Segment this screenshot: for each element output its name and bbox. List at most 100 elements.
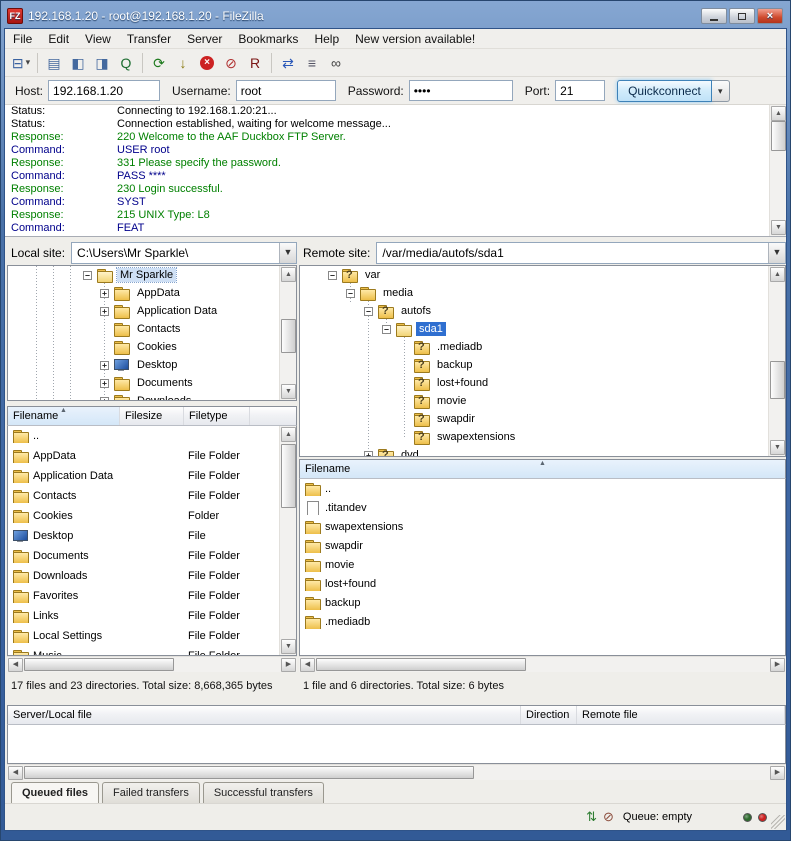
disconnect-button[interactable]: ⊘ [219,52,243,74]
compare-button[interactable]: ≡ [300,52,324,74]
chevron-down-icon[interactable]: ▼ [279,243,296,263]
file-row-item[interactable]: .. [8,426,296,446]
local-site-combo[interactable]: C:\Users\Mr Sparkle\ ▼ [71,242,297,264]
expand-icon[interactable]: + [100,397,109,402]
column-header-direction[interactable]: Direction [521,706,577,724]
tree-item-autofs[interactable]: −?autofs [300,302,785,320]
find-button[interactable]: ∞ [324,52,348,74]
toggle-remote-tree-button[interactable]: ◨ [90,52,114,74]
scroll-up-icon[interactable]: ▲ [281,427,296,442]
tree-item-mr-sparkle[interactable]: −Mr Sparkle [8,266,296,284]
scroll-up-icon[interactable]: ▲ [281,267,296,282]
column-header-filename[interactable]: ▲ Filename [8,407,120,425]
tree-item-downloads[interactable]: +Downloads [8,392,296,401]
tree-item-mediadb[interactable]: −?.mediadb [300,338,785,356]
toggle-local-tree-button[interactable]: ◧ [66,52,90,74]
tree-item-var[interactable]: −?var [300,266,785,284]
tree-item-backup[interactable]: −?backup [300,356,785,374]
scrollbar-thumb[interactable] [24,766,474,779]
site-manager-button[interactable]: ⊟▾ [9,52,33,74]
column-header-filename[interactable]: ▲ Filename [300,460,785,478]
scrollbar-thumb[interactable] [24,658,174,671]
reconnect-button[interactable]: R [243,52,267,74]
tree-item-contacts[interactable]: −Contacts [8,320,296,338]
local-tree-scrollbar[interactable]: ▲ ▼ [279,266,296,400]
expand-icon[interactable]: + [100,289,109,298]
file-row-documents[interactable]: DocumentsFile Folder [8,546,296,566]
column-header-server-local-file[interactable]: Server/Local file [8,706,521,724]
scroll-right-icon[interactable]: ▶ [770,658,785,672]
scroll-left-icon[interactable]: ◀ [8,766,23,780]
collapse-icon[interactable]: − [328,271,337,280]
scroll-down-icon[interactable]: ▼ [771,220,786,235]
quickconnect-button[interactable]: Quickconnect [617,80,712,102]
file-row-swapextensions[interactable]: swapextensions [300,517,785,536]
collapse-icon[interactable]: − [83,271,92,280]
file-row-titandev[interactable]: .titandev [300,498,785,517]
file-row-local-settings[interactable]: Local SettingsFile Folder [8,626,296,646]
tree-item-appdata[interactable]: +AppData [8,284,296,302]
tree-item-application-data[interactable]: +Application Data [8,302,296,320]
file-row-application-data[interactable]: Application DataFile Folder [8,466,296,486]
file-row-lost-found[interactable]: lost+found [300,574,785,593]
file-row-cookies[interactable]: CookiesFolder [8,506,296,526]
collapse-icon[interactable]: − [382,325,391,334]
file-row-contacts[interactable]: ContactsFile Folder [8,486,296,506]
scrollbar-thumb[interactable] [771,121,786,151]
remote-list-hscrollbar[interactable]: ◀ ▶ [299,656,786,672]
file-row-mediadb[interactable]: .mediadb [300,612,785,631]
expand-icon[interactable]: + [100,361,109,370]
title-bar[interactable]: FZ 192.168.1.20 - root@192.168.1.20 - Fi… [4,4,787,28]
chevron-down-icon[interactable]: ▼ [768,243,785,263]
column-header-filesize[interactable]: Filesize [120,407,184,425]
file-row-backup[interactable]: backup [300,593,785,612]
tree-item-sda1[interactable]: −sda1 [300,320,785,338]
scroll-right-icon[interactable]: ▶ [281,658,296,672]
expand-icon[interactable]: + [364,451,373,458]
tree-item-movie[interactable]: −?movie [300,392,785,410]
quickconnect-dropdown-button[interactable]: ▾ [712,80,730,102]
column-header-remote-file[interactable]: Remote file [577,706,785,724]
toggle-message-log-button[interactable]: ▤ [42,52,66,74]
username-input[interactable] [236,80,336,101]
menu-server[interactable]: Server [179,30,230,48]
scroll-down-icon[interactable]: ▼ [770,440,785,455]
file-row-movie[interactable]: movie [300,555,785,574]
file-row-music[interactable]: MusicFile Folder [8,646,296,656]
password-input[interactable] [409,80,513,101]
tree-item-dvd[interactable]: +?dvd [300,446,785,457]
tree-item-media[interactable]: −media [300,284,785,302]
scroll-up-icon[interactable]: ▲ [771,106,786,121]
scroll-right-icon[interactable]: ▶ [770,766,785,780]
scroll-left-icon[interactable]: ◀ [300,658,315,672]
menu-edit[interactable]: Edit [40,30,77,48]
tab-successful-transfers[interactable]: Successful transfers [203,782,324,803]
column-header-filetype[interactable]: Filetype [184,407,250,425]
local-list-scrollbar[interactable]: ▲ ▼ [279,426,296,655]
tree-item-lost-found[interactable]: −?lost+found [300,374,785,392]
file-row-links[interactable]: LinksFile Folder [8,606,296,626]
file-row-desktop[interactable]: DesktopFile [8,526,296,546]
port-input[interactable] [555,80,605,101]
remote-site-combo[interactable]: /var/media/autofs/sda1 ▼ [376,242,786,264]
menu-view[interactable]: View [77,30,119,48]
scrollbar-thumb[interactable] [281,319,296,353]
collapse-icon[interactable]: − [346,289,355,298]
scrollbar-thumb[interactable] [281,444,296,508]
sync-browsing-button[interactable]: ⇄ [276,52,300,74]
scrollbar-thumb[interactable] [316,658,526,671]
menu-transfer[interactable]: Transfer [119,30,179,48]
scroll-left-icon[interactable]: ◀ [8,658,23,672]
menu-new-version-available[interactable]: New version available! [347,30,483,48]
expand-icon[interactable]: + [100,379,109,388]
remote-tree-scrollbar[interactable]: ▲ ▼ [768,266,785,456]
resize-grip[interactable] [771,815,785,829]
file-row-appdata[interactable]: AppDataFile Folder [8,446,296,466]
refresh-button[interactable]: ⟳ [147,52,171,74]
process-queue-button[interactable]: ↓ [171,52,195,74]
maximize-button[interactable] [729,8,755,24]
minimize-button[interactable] [701,8,727,24]
file-row-swapdir[interactable]: swapdir [300,536,785,555]
tree-item-swapextensions[interactable]: −?swapextensions [300,428,785,446]
tree-item-desktop[interactable]: +Desktop [8,356,296,374]
